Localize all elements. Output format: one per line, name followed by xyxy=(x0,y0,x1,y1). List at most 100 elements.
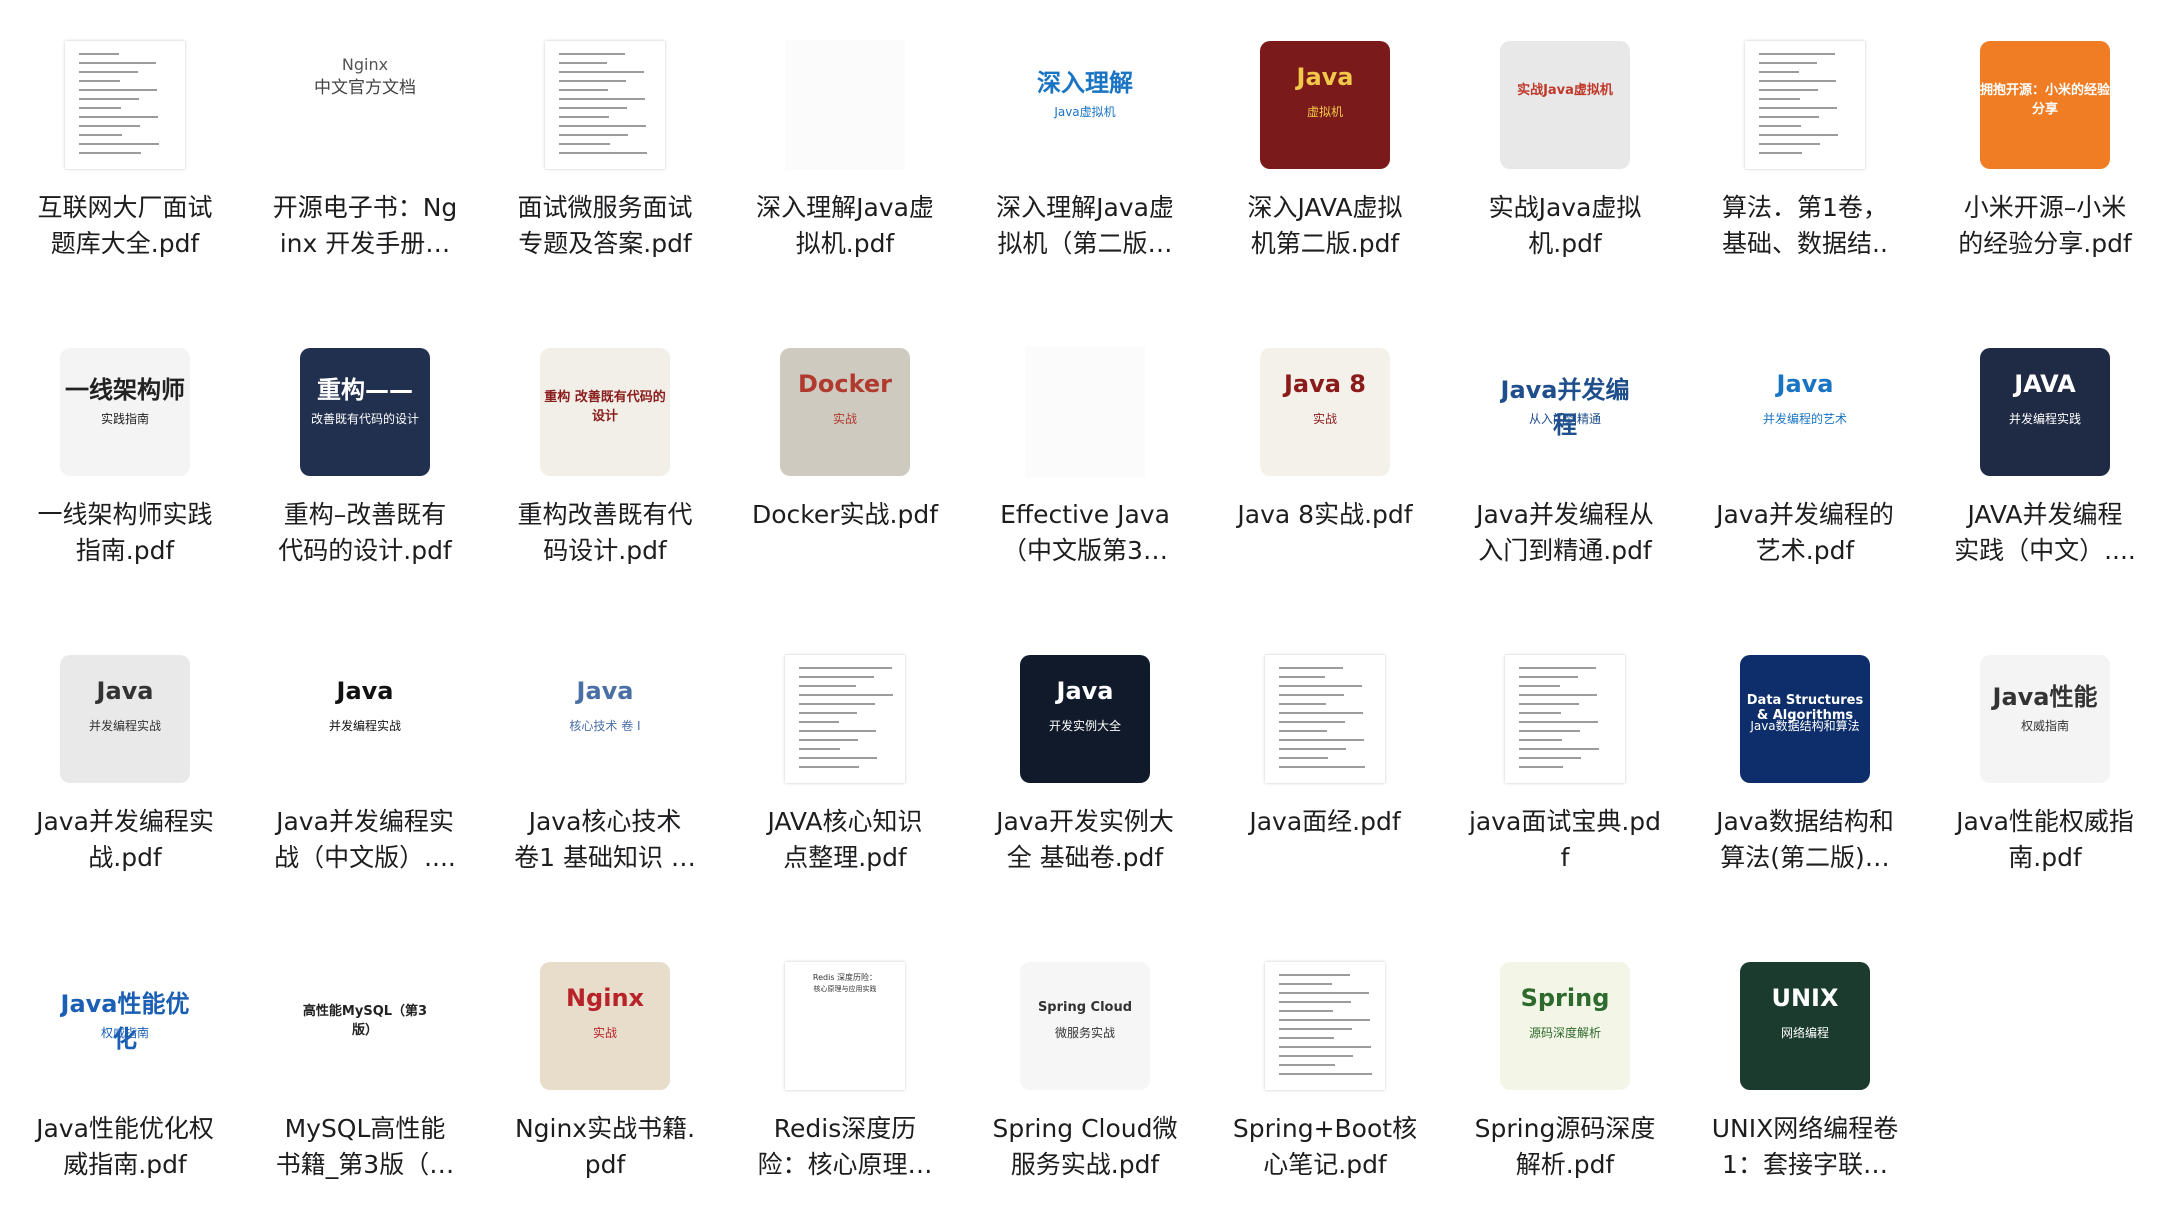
file-item[interactable]: java面试宝典.pd f xyxy=(1455,644,1675,914)
file-name-label[interactable]: Java数据结构和 算法(第二版)… xyxy=(1689,804,1921,876)
file-item[interactable]: Java性能 权威指南 Java性能权威指 南.pdf xyxy=(1935,644,2155,914)
file-name-label[interactable]: Spring Cloud微 服务实战.pdf xyxy=(969,1111,1201,1183)
file-thumbnail[interactable]: Java 开发实例大全 xyxy=(975,644,1195,794)
file-name-label[interactable]: 小米开源–小米 的经验分享.pdf xyxy=(1929,190,2161,262)
file-name-label[interactable]: Redis深度历 险：核心原理… xyxy=(729,1111,961,1183)
file-item[interactable]: Spring 源码深度解析 Spring源码深度 解析.pdf xyxy=(1455,951,1675,1221)
file-name-label[interactable]: 深入理解Java虚 拟机.pdf xyxy=(729,190,961,262)
file-name-label[interactable]: Java并发编程从 入门到精通.pdf xyxy=(1449,497,1681,569)
file-name-label[interactable]: 一线架构师实践 指南.pdf xyxy=(9,497,241,569)
file-name-label[interactable]: JAVA核心知识 点整理.pdf xyxy=(729,804,961,876)
file-name-label[interactable]: 开源电子书：Ng inx 开发手册… xyxy=(249,190,481,262)
file-item[interactable]: Redis 深度历险： 核心原理与应用实践 Redis深度历 险：核心原理… xyxy=(735,951,955,1221)
file-item[interactable]: JAVA 并发编程实践 JAVA并发编程 实践（中文）.... xyxy=(1935,337,2155,607)
file-thumbnail[interactable] xyxy=(1215,644,1435,794)
file-thumbnail[interactable]: JAVA 并发编程实践 xyxy=(1935,337,2155,487)
file-thumbnail[interactable] xyxy=(495,30,715,180)
file-item[interactable]: UNIX 网络编程 UNIX网络编程卷 1：套接字联… xyxy=(1695,951,1915,1221)
file-item[interactable]: Java 8 实战 Java 8实战.pdf xyxy=(1215,337,1435,607)
file-thumbnail[interactable]: Java性能 权威指南 xyxy=(1935,644,2155,794)
file-thumbnail[interactable] xyxy=(735,644,955,794)
file-item[interactable]: 面试微服务面试 专题及答案.pdf xyxy=(495,30,715,300)
file-thumbnail[interactable]: Java 并发编程实战 xyxy=(255,644,475,794)
file-thumbnail[interactable] xyxy=(1695,30,1915,180)
file-thumbnail[interactable]: Data Structures & Algorithms Java数据结构和算法 xyxy=(1695,644,1915,794)
file-item[interactable]: Java 并发编程实战 Java并发编程实 战（中文版）.... xyxy=(255,644,475,914)
file-item[interactable]: Data Structures & Algorithms Java数据结构和算法 J… xyxy=(1695,644,1915,914)
file-name-label[interactable]: 深入JAVA虚拟 机第二版.pdf xyxy=(1209,190,1441,262)
file-name-label[interactable]: 算法．第1卷， 基础、数据结.. xyxy=(1689,190,1921,262)
file-item[interactable]: Java 核心技术 卷 I Java核心技术 卷1 基础知识 … xyxy=(495,644,715,914)
file-name-label[interactable]: Java性能权威指 南.pdf xyxy=(1929,804,2161,876)
file-thumbnail[interactable]: Nginx 实战 xyxy=(495,951,715,1101)
file-thumbnail[interactable]: Docker 实战 xyxy=(735,337,955,487)
file-thumbnail[interactable]: Java 8 实战 xyxy=(1215,337,1435,487)
file-thumbnail[interactable]: UNIX 网络编程 xyxy=(1695,951,1915,1101)
file-item[interactable]: Nginx 中文官方文档 开源电子书：Ng inx 开发手册… xyxy=(255,30,475,300)
file-thumbnail[interactable]: Java 虚拟机 xyxy=(1215,30,1435,180)
file-name-label[interactable]: JAVA并发编程 实践（中文）.... xyxy=(1929,497,2161,569)
file-thumbnail[interactable]: Java并发编程 从入门到精通 xyxy=(1455,337,1675,487)
file-item[interactable]: Effective Java （中文版第3… xyxy=(975,337,1195,607)
file-item[interactable]: 互联网大厂面试 题库大全.pdf xyxy=(15,30,235,300)
file-thumbnail[interactable]: 深入理解 Java虚拟机 xyxy=(975,30,1195,180)
file-thumbnail[interactable] xyxy=(1215,951,1435,1101)
file-item[interactable]: 重构—— 改善既有代码的设计 重构–改善既有 代码的设计.pdf xyxy=(255,337,475,607)
file-item[interactable]: Java 虚拟机 深入JAVA虚拟 机第二版.pdf xyxy=(1215,30,1435,300)
file-name-label[interactable]: 面试微服务面试 专题及答案.pdf xyxy=(489,190,721,262)
file-item[interactable]: Java 并发编程的艺术 Java并发编程的 艺术.pdf xyxy=(1695,337,1915,607)
file-name-label[interactable]: 重构–改善既有 代码的设计.pdf xyxy=(249,497,481,569)
file-thumbnail[interactable]: Java 并发编程实战 xyxy=(15,644,235,794)
file-name-label[interactable]: 互联网大厂面试 题库大全.pdf xyxy=(9,190,241,262)
file-item[interactable]: JAVA核心知识 点整理.pdf xyxy=(735,644,955,914)
file-thumbnail[interactable]: 重构 改善既有代码的设计 xyxy=(495,337,715,487)
file-thumbnail[interactable]: Nginx 中文官方文档 xyxy=(255,30,475,180)
file-name-label[interactable]: Spring+Boot核 心笔记.pdf xyxy=(1209,1111,1441,1183)
file-name-label[interactable]: Docker实战.pdf xyxy=(729,497,961,533)
file-item[interactable]: 实战Java虚拟机 实战Java虚拟 机.pdf xyxy=(1455,30,1675,300)
file-thumbnail[interactable]: Spring 源码深度解析 xyxy=(1455,951,1675,1101)
file-name-label[interactable]: Java性能优化权 威指南.pdf xyxy=(9,1111,241,1183)
file-item[interactable]: Java并发编程 从入门到精通 Java并发编程从 入门到精通.pdf xyxy=(1455,337,1675,607)
file-name-label[interactable]: Java并发编程的 艺术.pdf xyxy=(1689,497,1921,569)
file-thumbnail[interactable]: Java 并发编程的艺术 xyxy=(1695,337,1915,487)
file-thumbnail[interactable]: 实战Java虚拟机 xyxy=(1455,30,1675,180)
file-item[interactable]: Spring+Boot核 心笔记.pdf xyxy=(1215,951,1435,1221)
file-thumbnail[interactable]: Java性能优化 权威指南 xyxy=(15,951,235,1101)
file-item[interactable]: 拥抱开源：小米的经验分享 小米开源–小米 的经验分享.pdf xyxy=(1935,30,2155,300)
file-thumbnail[interactable]: Spring Cloud 微服务实战 xyxy=(975,951,1195,1101)
file-thumbnail[interactable]: 一线架构师 实践指南 xyxy=(15,337,235,487)
file-name-label[interactable]: 重构改善既有代 码设计.pdf xyxy=(489,497,721,569)
file-item[interactable]: 高性能MySQL（第3版） MySQL高性能 书籍_第3版（… xyxy=(255,951,475,1221)
file-name-label[interactable]: 实战Java虚拟 机.pdf xyxy=(1449,190,1681,262)
file-name-label[interactable]: 深入理解Java虚 拟机（第二版… xyxy=(969,190,1201,262)
file-name-label[interactable]: Java并发编程实 战.pdf xyxy=(9,804,241,876)
file-name-label[interactable]: MySQL高性能 书籍_第3版（… xyxy=(249,1111,481,1183)
file-thumbnail[interactable]: 拥抱开源：小米的经验分享 xyxy=(1935,30,2155,180)
file-item[interactable]: Nginx 实战 Nginx实战书籍. pdf xyxy=(495,951,715,1221)
file-item[interactable]: Java 并发编程实战 Java并发编程实 战.pdf xyxy=(15,644,235,914)
file-thumbnail[interactable]: 重构—— 改善既有代码的设计 xyxy=(255,337,475,487)
file-item[interactable]: 一线架构师 实践指南 一线架构师实践 指南.pdf xyxy=(15,337,235,607)
file-thumbnail[interactable]: Redis 深度历险： 核心原理与应用实践 xyxy=(735,951,955,1101)
file-item[interactable]: 重构 改善既有代码的设计 重构改善既有代 码设计.pdf xyxy=(495,337,715,607)
file-thumbnail[interactable]: 高性能MySQL（第3版） xyxy=(255,951,475,1101)
file-item[interactable]: 深入理解 Java虚拟机 深入理解Java虚 拟机（第二版… xyxy=(975,30,1195,300)
file-name-label[interactable]: Nginx实战书籍. pdf xyxy=(489,1111,721,1183)
file-name-label[interactable]: Java面经.pdf xyxy=(1209,804,1441,840)
file-item[interactable]: Java面经.pdf xyxy=(1215,644,1435,914)
file-name-label[interactable]: Spring源码深度 解析.pdf xyxy=(1449,1111,1681,1183)
file-thumbnail[interactable] xyxy=(1455,644,1675,794)
file-item[interactable]: Docker 实战 Docker实战.pdf xyxy=(735,337,955,607)
file-name-label[interactable]: Java 8实战.pdf xyxy=(1209,497,1441,533)
file-name-label[interactable]: java面试宝典.pd f xyxy=(1449,804,1681,876)
file-thumbnail[interactable]: Java 核心技术 卷 I xyxy=(495,644,715,794)
file-name-label[interactable]: UNIX网络编程卷 1：套接字联… xyxy=(1689,1111,1921,1183)
file-name-label[interactable]: Java开发实例大全 基础卷.pdf xyxy=(969,804,1201,876)
file-thumbnail[interactable] xyxy=(735,30,955,180)
file-item[interactable]: 深入理解Java虚 拟机.pdf xyxy=(735,30,955,300)
file-item[interactable]: Java 开发实例大全 Java开发实例大全 基础卷.pdf xyxy=(975,644,1195,914)
file-item[interactable]: Java性能优化 权威指南 Java性能优化权 威指南.pdf xyxy=(15,951,235,1221)
file-name-label[interactable]: Java核心技术 卷1 基础知识 … xyxy=(489,804,721,876)
file-item[interactable]: 算法．第1卷， 基础、数据结.. xyxy=(1695,30,1915,300)
